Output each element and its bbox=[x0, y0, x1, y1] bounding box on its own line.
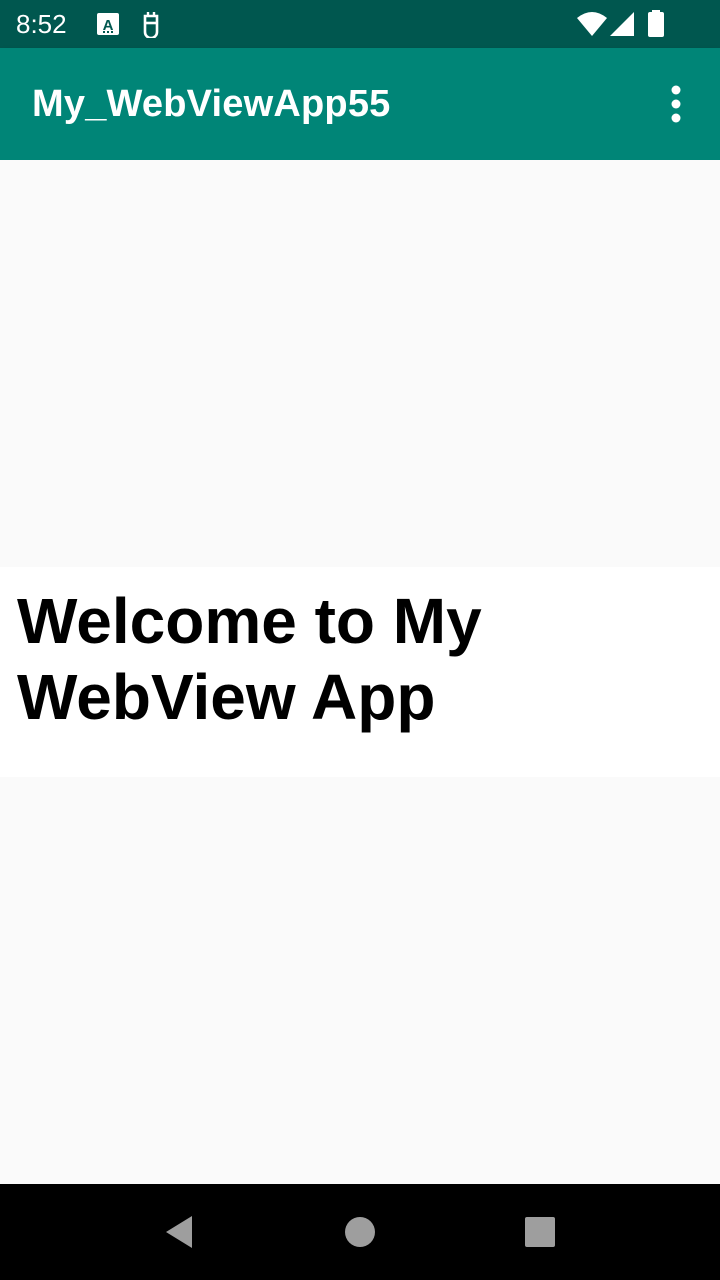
welcome-heading: Welcome to My WebView App bbox=[17, 585, 482, 733]
status-bar: 8:52 A bbox=[0, 0, 720, 48]
navigation-bar bbox=[0, 1184, 720, 1280]
webview[interactable]: Welcome to My WebView App bbox=[0, 160, 720, 1184]
welcome-panel: Welcome to My WebView App bbox=[0, 567, 720, 777]
home-icon bbox=[345, 1217, 375, 1247]
wifi-icon bbox=[576, 10, 608, 38]
overflow-menu-button[interactable] bbox=[656, 80, 696, 128]
a-badge-icon: A bbox=[94, 10, 122, 38]
app-bar: My_WebViewApp55 bbox=[0, 48, 720, 160]
bot-icon bbox=[137, 10, 165, 40]
recents-button[interactable] bbox=[520, 1212, 560, 1252]
recents-icon bbox=[525, 1217, 555, 1247]
home-button[interactable] bbox=[340, 1212, 380, 1252]
app-title: My_WebViewApp55 bbox=[32, 83, 391, 125]
status-time: 8:52 bbox=[16, 9, 67, 39]
back-button[interactable] bbox=[160, 1212, 200, 1252]
back-icon bbox=[166, 1216, 192, 1248]
more-vert-icon bbox=[671, 85, 681, 123]
battery-icon bbox=[646, 10, 666, 38]
signal-icon bbox=[608, 10, 636, 38]
